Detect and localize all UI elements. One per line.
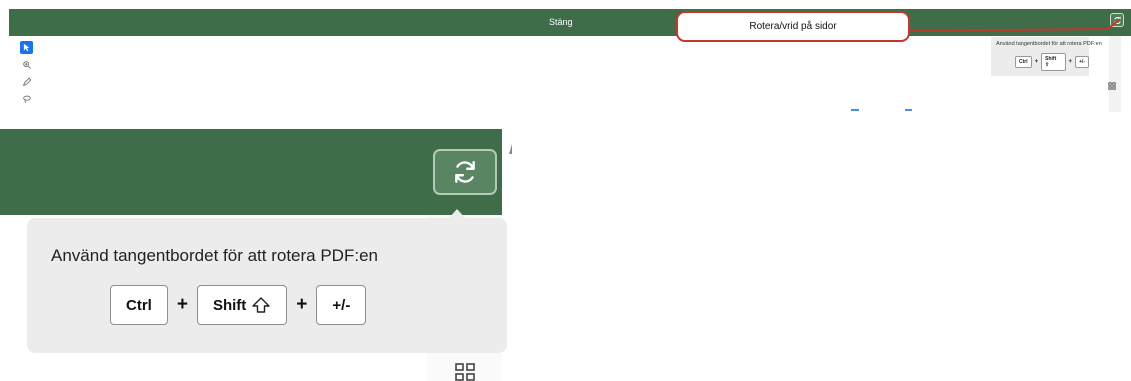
zoom-icon	[22, 60, 31, 69]
pointer-tool[interactable]	[20, 41, 33, 54]
plus-sign: +	[176, 294, 188, 315]
page-indicator	[851, 109, 859, 111]
zoom-tool[interactable]	[20, 58, 33, 71]
key-ctrl: Ctrl	[1015, 56, 1032, 68]
grid-view-icon[interactable]	[1108, 82, 1116, 90]
key-plus-minus: +/-	[316, 285, 367, 325]
pen-tool[interactable]	[20, 75, 33, 88]
pointer-icon	[23, 43, 30, 52]
pen-icon	[22, 77, 31, 86]
lasso-tool[interactable]	[20, 92, 33, 105]
hint-text: Använd tangentbordet för att rotera PDF:…	[51, 246, 378, 265]
shortcut-keys: Ctrl + Shift ⇧ + +/-	[1015, 53, 1089, 71]
scroll-up-icon[interactable]	[509, 144, 512, 154]
callout-bubble: Rotera/vrid på sidor	[676, 11, 910, 42]
plus-sign: +	[296, 294, 308, 315]
callout-pointer	[908, 18, 1121, 32]
close-button[interactable]: Stäng	[549, 17, 573, 27]
tool-palette	[20, 41, 34, 109]
rotate-icon	[455, 161, 475, 183]
key-ctrl: Ctrl	[110, 285, 168, 325]
key-shift-label: Shift	[1045, 56, 1057, 62]
key-shift-label: Shift	[212, 296, 247, 314]
key-ctrl-label: Ctrl	[126, 296, 152, 314]
keyboard-hint: Använd tangentbordet för att rotera PDF:…	[27, 218, 507, 353]
keyboard-hint-small: Använd tangentbordet för att rotera PDF:…	[991, 37, 1102, 76]
plus-sign: +	[1068, 59, 1073, 65]
hint-text: Använd tangentbordet för att rotera PDF:…	[996, 41, 1102, 47]
key-plus-minus: +/-	[1075, 56, 1089, 68]
grid-view-icon[interactable]	[455, 363, 476, 381]
zoomed-detail: Använd tangentbordet för att rotera PDF:…	[0, 129, 512, 381]
tooltip-caret	[449, 209, 465, 218]
callout-text: Rotera/vrid på sidor	[749, 21, 837, 32]
page-indicator	[905, 109, 912, 111]
side-panel	[1109, 36, 1121, 112]
rotate-button-zoomed[interactable]	[433, 149, 497, 195]
zoomed-toolbar	[0, 129, 502, 215]
key-plus-minus-label: +/-	[332, 296, 351, 314]
plus-sign: +	[1034, 59, 1039, 65]
shift-arrow-icon	[252, 297, 270, 313]
lasso-icon	[22, 95, 31, 103]
key-shift: Shift	[196, 285, 288, 325]
shortcut-keys: Ctrl + Shift + +/-	[110, 285, 367, 325]
key-shift: Shift ⇧	[1041, 53, 1066, 71]
